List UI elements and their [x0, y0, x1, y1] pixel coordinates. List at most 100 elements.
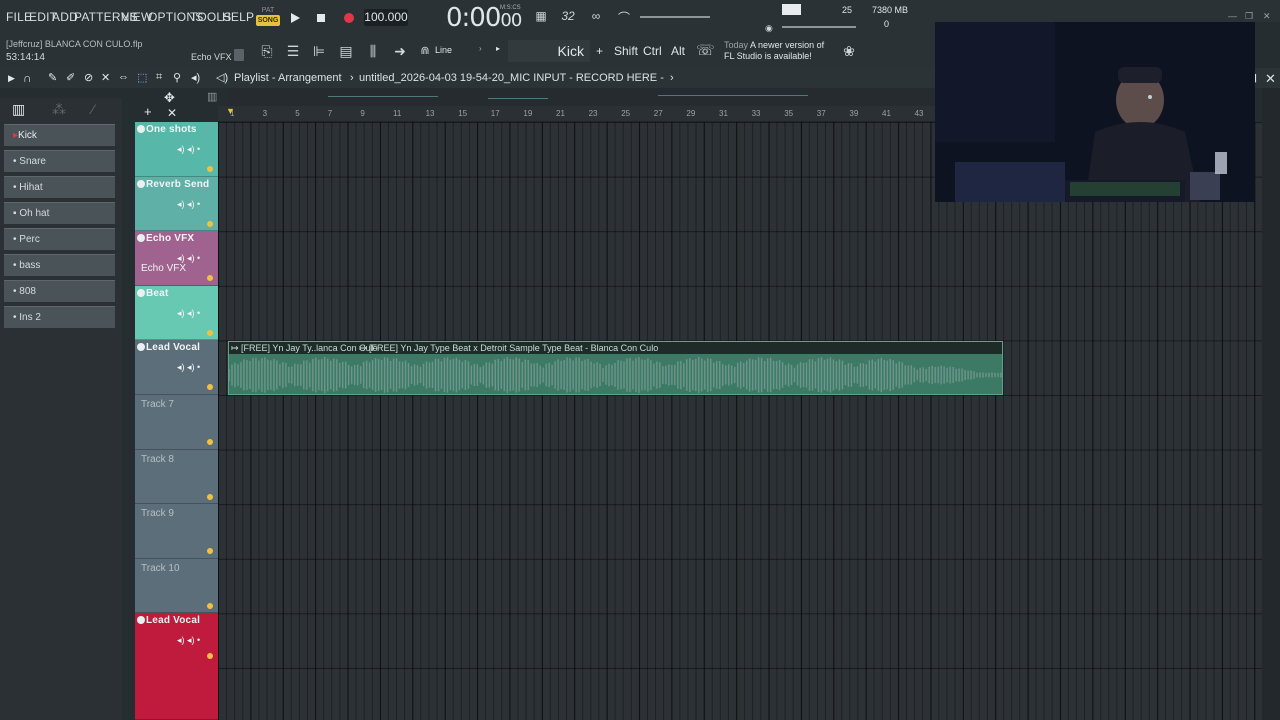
news-icon[interactable]: ☏	[696, 42, 715, 60]
track-enable-icon[interactable]	[137, 288, 145, 297]
menu-help[interactable]: HELP	[222, 10, 254, 24]
move-icon[interactable]: ✥	[164, 90, 175, 106]
speaker-icon[interactable]: ◁)	[216, 71, 228, 84]
track-led[interactable]	[207, 275, 213, 282]
track-controls-icon[interactable]: ◂) ◂) •	[177, 635, 200, 646]
track-led[interactable]	[207, 548, 213, 555]
track-header[interactable]: Track 10	[135, 558, 218, 614]
track-enable-icon[interactable]	[137, 616, 145, 625]
picker-item-bass[interactable]: • bass	[4, 254, 115, 276]
clip-header[interactable]: ↦ [FREE] Yn Jay Ty..lanca Con Culo ↦ [FR…	[229, 342, 1002, 354]
close-icon[interactable]: ✕	[167, 106, 177, 120]
track-led[interactable]	[207, 166, 213, 172]
track-header[interactable]: Track 7	[135, 395, 218, 450]
picker-item-hihat[interactable]: • Hihat	[4, 176, 115, 198]
track-controls-icon[interactable]: ◂) ◂) •	[177, 144, 200, 155]
track-header[interactable]: Reverb Send ◂) ◂) •	[135, 176, 218, 232]
track-led[interactable]	[207, 653, 213, 660]
zoom-tool-icon[interactable]: ⚲	[173, 71, 181, 84]
minimize-icon[interactable]: —	[1228, 11, 1237, 21]
piano-roll-icon[interactable]: ⊫	[310, 42, 328, 60]
snap-mode-label[interactable]: Line	[435, 45, 452, 55]
overview-strip[interactable]	[228, 88, 935, 106]
track-led[interactable]	[207, 493, 213, 500]
play-icon[interactable]	[287, 10, 303, 26]
track-enable-icon[interactable]	[137, 343, 145, 352]
audio-icon[interactable]: ⁂	[52, 101, 66, 118]
slice-tool-icon[interactable]: ⌗	[156, 71, 162, 84]
loop-record-icon[interactable]: ∞	[586, 9, 606, 25]
track-led[interactable]	[207, 329, 213, 336]
playback-tool-icon[interactable]: ◂)	[191, 71, 200, 84]
magnet-tool-icon[interactable]: ∩	[23, 71, 32, 85]
close-playlist-icon[interactable]: ✕	[1265, 71, 1276, 87]
step-edit-icon[interactable]: 32	[558, 9, 578, 25]
mixer-icon[interactable]: ⫼	[364, 42, 382, 60]
add-button[interactable]: +	[596, 44, 603, 58]
current-pattern[interactable]: untitled_2026-04-03 19-54-20_MIC INPUT -…	[359, 72, 664, 84]
track-led[interactable]	[207, 220, 213, 227]
timeline-ruler[interactable]: 1 3 5 7 9 11 13 15 17 19 21 23 25 27 29 31 33 35 37 39 41 43	[218, 106, 935, 122]
picker-item-808[interactable]: • 808	[4, 280, 115, 302]
track-led[interactable]	[207, 384, 213, 391]
track-controls-icon[interactable]: ◂) ◂) •	[177, 362, 200, 373]
track-enable-icon[interactable]	[137, 179, 145, 188]
picker-item-kick[interactable]: ▸Kick	[4, 124, 115, 146]
news-panel[interactable]: Today A newer version of FL Studio is av…	[724, 40, 824, 62]
pattern-select-arrow-icon[interactable]: ▸	[496, 44, 500, 53]
audio-clip[interactable]: ↦ [FREE] Yn Jay Ty..lanca Con Culo ↦ [FR…	[228, 341, 1003, 395]
picker-item-perc[interactable]: • Perc	[4, 228, 115, 250]
alt-key[interactable]: Alt	[671, 44, 685, 58]
close-window-icon[interactable]: ✕	[1263, 11, 1271, 22]
master-pitch-slider[interactable]	[640, 16, 710, 18]
playlist-icon[interactable]: ☰	[284, 42, 302, 60]
fl-logo-icon[interactable]: ❀	[840, 42, 858, 60]
master-volume-slider[interactable]	[782, 26, 856, 28]
track-controls-icon[interactable]: ◂) ◂) •	[177, 199, 200, 210]
tempo-display[interactable]: 100.000	[364, 9, 408, 26]
picker-item-snare[interactable]: • Snare	[4, 150, 115, 172]
metronome-icon[interactable]: ⌒	[614, 9, 634, 25]
delete-tool-icon[interactable]: ⊘	[84, 71, 93, 84]
add-track-icon[interactable]: +	[144, 104, 152, 119]
track-controls-icon[interactable]: ◂) ◂) •	[177, 308, 200, 319]
piano-icon[interactable]: ▥	[12, 101, 25, 118]
current-channel-field[interactable]: Kick	[508, 40, 590, 62]
channel-rack-icon[interactable]: ▤	[337, 42, 355, 60]
pattern-arrow-icon[interactable]: ›	[670, 72, 674, 84]
track-header[interactable]: Track 8	[135, 449, 218, 505]
automation-icon[interactable]: ⁄	[92, 101, 94, 117]
track-enable-icon[interactable]	[137, 125, 145, 133]
playhead-marker-icon[interactable]: ▼	[226, 106, 235, 116]
pat-song-toggle[interactable]: PAT SONG	[256, 6, 280, 30]
magnet-icon[interactable]: ⋒	[416, 42, 434, 60]
maximize-icon[interactable]: ❐	[1245, 11, 1253, 22]
arrow-right-icon[interactable]: ➜	[391, 42, 409, 60]
picker-item-ins-2[interactable]: • Ins 2	[4, 306, 115, 328]
track-header[interactable]: Echo VFX ◂) ◂) • Echo VFX	[135, 231, 218, 286]
grid-icon[interactable]: ▥	[207, 90, 217, 103]
slip-tool-icon[interactable]: ⇔	[118, 71, 129, 83]
snap-settings-icon[interactable]: ⎘	[258, 42, 276, 60]
playlist-menu-arrow-icon[interactable]: ▶	[8, 73, 15, 84]
vertical-scrollbar[interactable]	[1262, 88, 1280, 720]
track-header[interactable]: Beat ◂) ◂) •	[135, 285, 218, 341]
record-icon[interactable]	[341, 10, 357, 26]
track-header[interactable]: Track 9	[135, 504, 218, 559]
track-led[interactable]	[207, 439, 213, 445]
track-enable-icon[interactable]	[137, 234, 145, 243]
picker-item-oh-hat[interactable]: ▪ Oh hat	[4, 202, 115, 224]
view-icon[interactable]: ◉	[765, 23, 773, 34]
select-tool-icon[interactable]: ⬚	[137, 71, 147, 84]
typing-keyboard-icon[interactable]: ▦	[531, 9, 551, 25]
track-header[interactable]: Lead Vocal ◂) ◂) •	[135, 613, 218, 720]
track-led[interactable]	[207, 602, 213, 609]
draw-tool-icon[interactable]: ✎	[48, 71, 57, 84]
ctrl-key[interactable]: Ctrl	[643, 44, 662, 58]
track-header[interactable]: Lead Vocal ◂) ◂) •	[135, 340, 218, 395]
paint-tool-icon[interactable]: ✐	[66, 71, 75, 84]
mute-tool-icon[interactable]: ✕	[101, 71, 110, 84]
snap-chevron-icon[interactable]: ›	[479, 44, 482, 53]
track-header[interactable]: One shots ◂) ◂) •	[135, 122, 218, 177]
shift-key[interactable]: Shift	[614, 44, 638, 58]
